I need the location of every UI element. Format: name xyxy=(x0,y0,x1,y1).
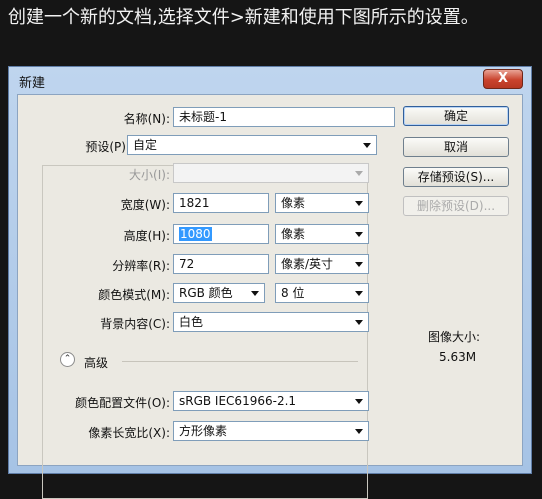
width-unit-select[interactable]: 像素 xyxy=(275,193,369,213)
width-label: 宽度(W): xyxy=(120,198,170,212)
image-size-label: 图像大小: xyxy=(428,330,481,344)
advanced-divider xyxy=(122,361,358,362)
height-field[interactable]: 1080 xyxy=(173,224,269,244)
background-value: 白色 xyxy=(179,315,204,329)
chevron-down-icon xyxy=(355,171,363,176)
height-value: 1080 xyxy=(179,227,212,241)
resolution-label: 分辨率(R): xyxy=(112,259,170,273)
color-profile-value: sRGB IEC61966-2.1 xyxy=(179,394,297,408)
save-preset-button[interactable]: 存储预设(S)... xyxy=(403,167,509,187)
close-button[interactable]: X xyxy=(483,69,523,89)
resolution-unit-select[interactable]: 像素/英寸 xyxy=(275,254,369,274)
advanced-label: 高级 xyxy=(84,356,109,370)
width-unit-value: 像素 xyxy=(281,196,306,210)
preset-group-box xyxy=(42,165,368,499)
name-label: 名称(N): xyxy=(123,112,170,126)
color-profile-select[interactable]: sRGB IEC61966-2.1 xyxy=(173,391,369,411)
preset-select[interactable]: 自定 xyxy=(127,135,377,155)
preset-label: 预设(P): xyxy=(85,140,130,154)
chevron-down-icon xyxy=(363,143,371,148)
new-document-dialog: 新建 X 名称(N): 未标题-1 预设(P): 自定 大小(I): 宽度(W)… xyxy=(8,66,532,499)
color-mode-value: RGB 颜色 xyxy=(179,286,233,300)
dialog-body: 名称(N): 未标题-1 预设(P): 自定 大小(I): 宽度(W): 182… xyxy=(17,94,523,499)
chevron-down-icon xyxy=(355,232,363,237)
height-unit-select[interactable]: 像素 xyxy=(275,224,369,244)
resolution-unit-value: 像素/英寸 xyxy=(281,257,334,271)
pixel-aspect-select[interactable]: 方形像素 xyxy=(173,421,369,441)
chevron-down-icon xyxy=(355,320,363,325)
width-field[interactable]: 1821 xyxy=(173,193,269,213)
background-label: 背景内容(C): xyxy=(100,317,170,331)
dialog-title: 新建 xyxy=(19,76,46,91)
chevron-down-icon xyxy=(355,201,363,206)
chevron-down-icon xyxy=(355,291,363,296)
chevron-down-icon xyxy=(355,399,363,404)
image-size-value: 5.63M xyxy=(439,350,477,364)
color-mode-select[interactable]: RGB 颜色 xyxy=(173,283,265,303)
height-label: 高度(H): xyxy=(123,229,170,243)
preset-value: 自定 xyxy=(133,138,158,152)
close-icon: X xyxy=(497,71,509,86)
delete-preset-button: 删除预设(D)... xyxy=(403,196,509,216)
bit-depth-select[interactable]: 8 位 xyxy=(275,283,369,303)
size-select xyxy=(173,163,369,183)
chevron-down-icon xyxy=(251,291,259,296)
background-select[interactable]: 白色 xyxy=(173,312,369,332)
cancel-button[interactable]: 取消 xyxy=(403,137,509,157)
color-profile-label: 颜色配置文件(O): xyxy=(75,396,170,410)
resolution-field[interactable]: 72 xyxy=(173,254,269,274)
bit-depth-value: 8 位 xyxy=(281,286,305,300)
chevron-down-icon xyxy=(355,429,363,434)
color-mode-label: 颜色模式(M): xyxy=(98,288,170,302)
size-label: 大小(I): xyxy=(129,168,170,182)
instruction-caption: 创建一个新的文档,选择文件>新建和使用下图所示的设置。 xyxy=(8,7,479,28)
double-up-chevron-icon[interactable]: ⌃ xyxy=(60,352,75,367)
pixel-aspect-label: 像素长宽比(X): xyxy=(88,426,170,440)
name-field[interactable]: 未标题-1 xyxy=(173,107,395,127)
ok-button[interactable]: 确定 xyxy=(403,106,509,126)
height-unit-value: 像素 xyxy=(281,227,306,241)
pixel-aspect-value: 方形像素 xyxy=(179,424,228,438)
chevron-down-icon xyxy=(355,262,363,267)
